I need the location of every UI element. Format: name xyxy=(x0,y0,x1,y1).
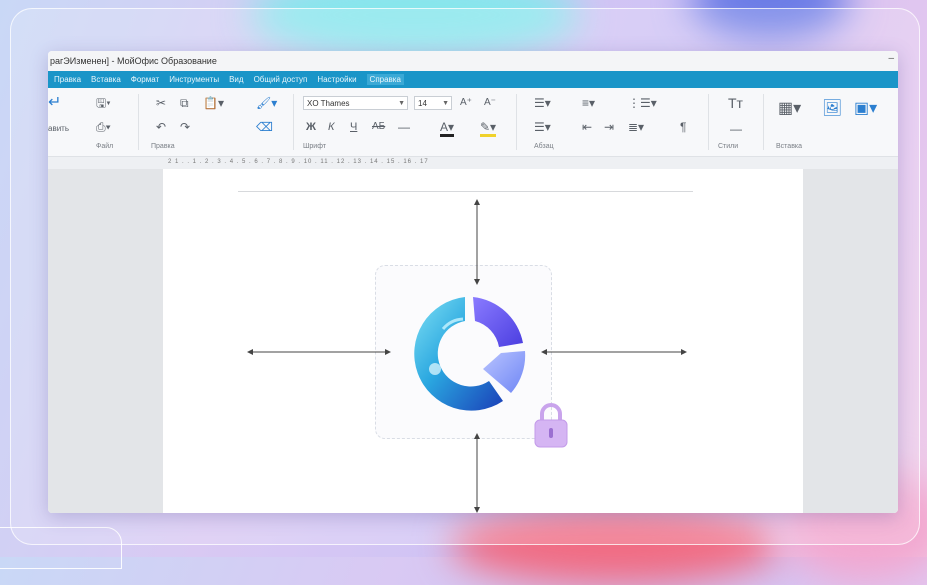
print-icon[interactable]: ⎙▾ xyxy=(96,120,111,134)
minimize-button[interactable]: – xyxy=(888,53,894,64)
group-label-file: Файл xyxy=(96,143,114,150)
group-separator xyxy=(708,94,709,150)
menu-settings[interactable]: Настройки xyxy=(317,75,356,84)
align-icon[interactable]: ≣▾ xyxy=(628,120,644,134)
italic-icon[interactable]: К xyxy=(328,120,334,134)
image-icon[interactable]: 🖼 xyxy=(822,101,842,117)
styles-more-icon[interactable]: — xyxy=(730,122,742,136)
save-icon[interactable]: 🖫▾ xyxy=(96,96,111,110)
ruler-scale: 2 1 . . 1 . 2 . 3 . 4 . 5 . 6 . 7 . 8 . … xyxy=(168,159,429,165)
font-color-icon[interactable]: A▾ xyxy=(440,120,455,137)
arrow-up-icon xyxy=(474,199,480,285)
paste-button-label[interactable]: авить xyxy=(48,122,69,136)
bullet-list-icon[interactable]: ☰▾ xyxy=(534,96,551,110)
font-family-value: XO Thames xyxy=(307,99,350,108)
group-label-font: Шрифт xyxy=(303,143,327,150)
multilevel-list-icon[interactable]: ⋮☰▾ xyxy=(628,96,657,110)
document-page[interactable] xyxy=(163,169,803,513)
numbered-list-icon[interactable]: ≡▾ xyxy=(582,96,595,110)
grow-font-icon[interactable]: A⁺ xyxy=(460,96,472,110)
group-separator xyxy=(293,94,294,150)
document-canvas xyxy=(48,169,898,513)
underline-icon[interactable]: Ч xyxy=(350,120,357,134)
group-separator xyxy=(516,94,517,150)
em-dash-icon[interactable]: — xyxy=(398,120,410,134)
menu-sharing[interactable]: Общий доступ xyxy=(254,75,308,84)
bold-icon[interactable]: Ж xyxy=(306,120,316,134)
paste-arrow-icon[interactable]: ↵ xyxy=(48,95,61,111)
arrow-right-icon xyxy=(541,349,687,355)
ribbon-toolbar: ↵ авить 🖫▾ ⎙▾ Файл ✂ ⧉ 📋▾ ↶ ↷ 🖌▾ ⌫ Правк… xyxy=(48,88,898,157)
menu-edit[interactable]: Правка xyxy=(54,75,81,84)
corner-tab-outline xyxy=(0,527,122,569)
font-size-select[interactable]: 14 ▼ xyxy=(414,96,452,110)
shape-icon[interactable]: ▣▾ xyxy=(854,101,877,117)
group-separator xyxy=(763,94,764,150)
editor-window: рагЭИзменен] - МойОфис Образование – Пра… xyxy=(48,51,898,513)
format-painter-icon[interactable]: 🖌▾ xyxy=(256,96,277,110)
font-family-select[interactable]: XO Thames ▼ xyxy=(303,96,408,110)
chevron-down-icon: ▼ xyxy=(442,100,449,107)
group-label-insert: Вставка xyxy=(776,143,803,150)
group-label-edit: Правка xyxy=(151,143,175,150)
menu-tools[interactable]: Инструменты xyxy=(169,75,219,84)
menu-bar: Правка Вставка Формат Инструменты Вид Об… xyxy=(48,71,898,88)
group-label-styles: Стили xyxy=(718,143,739,150)
increase-indent-icon[interactable]: ⇥ xyxy=(604,120,614,134)
redo-icon[interactable]: ↷ xyxy=(180,120,190,134)
highlight-icon[interactable]: ✎▾ xyxy=(480,120,497,137)
menu-view[interactable]: Вид xyxy=(229,75,243,84)
lock-icon xyxy=(534,403,568,448)
paste-special-icon[interactable]: 📋▾ xyxy=(203,96,224,110)
cut-icon[interactable]: ✂ xyxy=(156,96,166,110)
shrink-font-icon[interactable]: A⁻ xyxy=(484,96,496,110)
arrow-left-icon xyxy=(247,349,391,355)
decrease-indent-icon[interactable]: ⇤ xyxy=(582,120,592,134)
pilcrow-icon[interactable]: ¶ xyxy=(680,120,686,134)
chevron-down-icon: ▼ xyxy=(398,100,405,107)
copy-icon[interactable]: ⧉ xyxy=(180,96,189,110)
arrow-down-icon xyxy=(474,433,480,513)
title-bar: рагЭИзменен] - МойОфис Образование – xyxy=(48,51,898,71)
styles-icon[interactable]: Tт xyxy=(728,96,743,110)
line-spacing-icon[interactable]: ☰▾ xyxy=(534,120,551,134)
font-size-value: 14 xyxy=(418,99,427,108)
table-icon[interactable]: ▦▾ xyxy=(778,101,801,117)
menu-help[interactable]: Справка xyxy=(366,74,404,85)
clear-format-icon[interactable]: ⌫ xyxy=(256,120,273,134)
myoffice-logo-icon xyxy=(414,297,526,411)
undo-icon[interactable]: ↶ xyxy=(156,120,166,134)
group-separator xyxy=(138,94,139,150)
window-title: рагЭИзменен] - МойОфис Образование xyxy=(50,56,217,66)
menu-insert[interactable]: Вставка xyxy=(91,75,121,84)
header-divider xyxy=(238,191,693,192)
group-label-paragraph: Абзац xyxy=(534,143,554,150)
strikethrough-icon[interactable]: АБ xyxy=(372,120,385,134)
menu-format[interactable]: Формат xyxy=(131,75,159,84)
